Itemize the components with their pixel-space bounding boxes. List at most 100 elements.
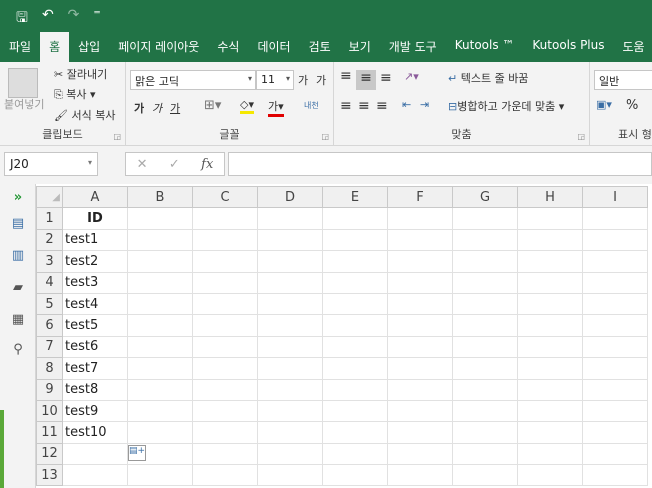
cell-I1[interactable] bbox=[582, 207, 648, 230]
paste-options-icon[interactable]: ▤+ bbox=[128, 445, 146, 461]
cell-A8[interactable]: test7 bbox=[62, 357, 128, 380]
cell-G4[interactable] bbox=[452, 271, 518, 294]
increase-indent-icon[interactable]: ⇥ bbox=[420, 98, 429, 111]
cell-F4[interactable] bbox=[387, 271, 453, 294]
enter-icon[interactable]: ✓ bbox=[169, 157, 180, 172]
row-header[interactable]: 5 bbox=[36, 292, 63, 316]
cell-G9[interactable] bbox=[452, 378, 518, 401]
cell-E7[interactable] bbox=[322, 335, 388, 359]
cell-E1[interactable] bbox=[322, 207, 388, 230]
cell-B3[interactable] bbox=[127, 250, 193, 273]
row-header[interactable]: 2 bbox=[36, 228, 63, 252]
row-header[interactable]: 13 bbox=[36, 464, 63, 487]
cell-I13[interactable] bbox=[582, 464, 648, 487]
dialog-launcher-icon[interactable]: ◲ bbox=[321, 132, 329, 141]
cell-B11[interactable] bbox=[127, 421, 193, 444]
cell-I2[interactable] bbox=[582, 228, 648, 252]
cell-C12[interactable] bbox=[192, 442, 258, 466]
tab-9[interactable]: Kutools ™ bbox=[446, 32, 524, 62]
cell-I10[interactable] bbox=[582, 399, 648, 423]
percent-button[interactable]: % bbox=[626, 98, 638, 113]
print-icon[interactable]: ▰ bbox=[9, 280, 27, 295]
tab-6[interactable]: 검토 bbox=[300, 32, 340, 62]
cell-E11[interactable] bbox=[322, 421, 388, 444]
cell-D1[interactable] bbox=[257, 207, 323, 230]
tab-8[interactable]: 개발 도구 bbox=[380, 32, 446, 62]
borders-icon[interactable]: ⊞▾ bbox=[204, 98, 221, 113]
insert-function-icon[interactable]: fx bbox=[201, 157, 213, 172]
accounting-format-icon[interactable]: ▣▾ bbox=[596, 98, 612, 111]
name-manager-icon[interactable]: ▥ bbox=[9, 248, 27, 263]
cell-F10[interactable] bbox=[387, 399, 453, 423]
grow-font-button[interactable]: 가 bbox=[298, 72, 308, 88]
column-header-A[interactable]: A bbox=[62, 185, 128, 209]
decrease-indent-icon[interactable]: ⇤ bbox=[402, 98, 411, 111]
cell-A9[interactable]: test8 bbox=[62, 378, 128, 401]
cell-A3[interactable]: test2 bbox=[62, 250, 128, 273]
cell-B10[interactable] bbox=[127, 399, 193, 423]
row-header[interactable]: 1 bbox=[36, 207, 63, 230]
cell-C1[interactable] bbox=[192, 207, 258, 230]
row-header[interactable]: 4 bbox=[36, 271, 63, 294]
tab-4[interactable]: 수식 bbox=[208, 32, 248, 62]
cell-G7[interactable] bbox=[452, 335, 518, 359]
select-all-corner[interactable]: ◢ bbox=[36, 185, 63, 209]
cell-H1[interactable] bbox=[517, 207, 583, 230]
cell-H8[interactable] bbox=[517, 357, 583, 380]
number-format-select[interactable]: 일반 bbox=[594, 70, 652, 90]
cell-C11[interactable] bbox=[192, 421, 258, 444]
cell-F7[interactable] bbox=[387, 335, 453, 359]
cell-I5[interactable] bbox=[582, 292, 648, 316]
cell-H10[interactable] bbox=[517, 399, 583, 423]
cell-B13[interactable] bbox=[127, 464, 193, 487]
cell-C3[interactable] bbox=[192, 250, 258, 273]
cell-H11[interactable] bbox=[517, 421, 583, 444]
top-align-icon[interactable]: ≡ bbox=[340, 68, 352, 84]
cell-A12[interactable] bbox=[62, 442, 128, 466]
cell-E6[interactable] bbox=[322, 314, 388, 337]
cell-D9[interactable] bbox=[257, 378, 323, 401]
cell-D2[interactable] bbox=[257, 228, 323, 252]
redo-icon[interactable]: ↷ bbox=[68, 7, 80, 31]
cell-D5[interactable] bbox=[257, 292, 323, 316]
column-header-D[interactable]: D bbox=[257, 185, 323, 209]
format-painter-button[interactable]: 🖌 서식 복사 bbox=[54, 107, 115, 123]
cell-C9[interactable] bbox=[192, 378, 258, 401]
cell-G5[interactable] bbox=[452, 292, 518, 316]
cell-E3[interactable] bbox=[322, 250, 388, 273]
cell-I6[interactable] bbox=[582, 314, 648, 337]
cell-F6[interactable] bbox=[387, 314, 453, 337]
cell-H12[interactable] bbox=[517, 442, 583, 466]
cell-A5[interactable]: test4 bbox=[62, 292, 128, 316]
cell-G10[interactable] bbox=[452, 399, 518, 423]
tab-0[interactable]: 파일 bbox=[0, 32, 40, 62]
workbook-icon[interactable]: ▤ bbox=[9, 216, 27, 231]
tab-5[interactable]: 데이터 bbox=[248, 32, 299, 62]
cell-D6[interactable] bbox=[257, 314, 323, 337]
chevron-down-icon[interactable]: ▾ bbox=[88, 158, 92, 167]
cell-I4[interactable] bbox=[582, 271, 648, 294]
cell-H9[interactable] bbox=[517, 378, 583, 401]
cell-F5[interactable] bbox=[387, 292, 453, 316]
cell-A7[interactable]: test6 bbox=[62, 335, 128, 359]
cell-E10[interactable] bbox=[322, 399, 388, 423]
cell-G6[interactable] bbox=[452, 314, 518, 337]
cell-G11[interactable] bbox=[452, 421, 518, 444]
cell-D7[interactable] bbox=[257, 335, 323, 359]
phonetic-icon[interactable]: 내천 bbox=[304, 100, 319, 111]
cell-F1[interactable] bbox=[387, 207, 453, 230]
cell-H3[interactable] bbox=[517, 250, 583, 273]
cell-F9[interactable] bbox=[387, 378, 453, 401]
cell-H5[interactable] bbox=[517, 292, 583, 316]
name-box[interactable]: J20 ▾ bbox=[4, 152, 98, 176]
column-header-I[interactable]: I bbox=[582, 185, 648, 209]
cell-B4[interactable] bbox=[127, 271, 193, 294]
middle-align-icon[interactable]: ≡ bbox=[356, 70, 376, 90]
tab-3[interactable]: 페이지 레이아웃 bbox=[109, 32, 208, 62]
column-header-C[interactable]: C bbox=[192, 185, 258, 209]
column-header-G[interactable]: G bbox=[452, 185, 518, 209]
cell-B9[interactable] bbox=[127, 378, 193, 401]
tab-11[interactable]: 도움 bbox=[614, 32, 652, 62]
row-header[interactable]: 10 bbox=[36, 399, 63, 423]
bold-button[interactable]: 가 bbox=[134, 100, 144, 116]
